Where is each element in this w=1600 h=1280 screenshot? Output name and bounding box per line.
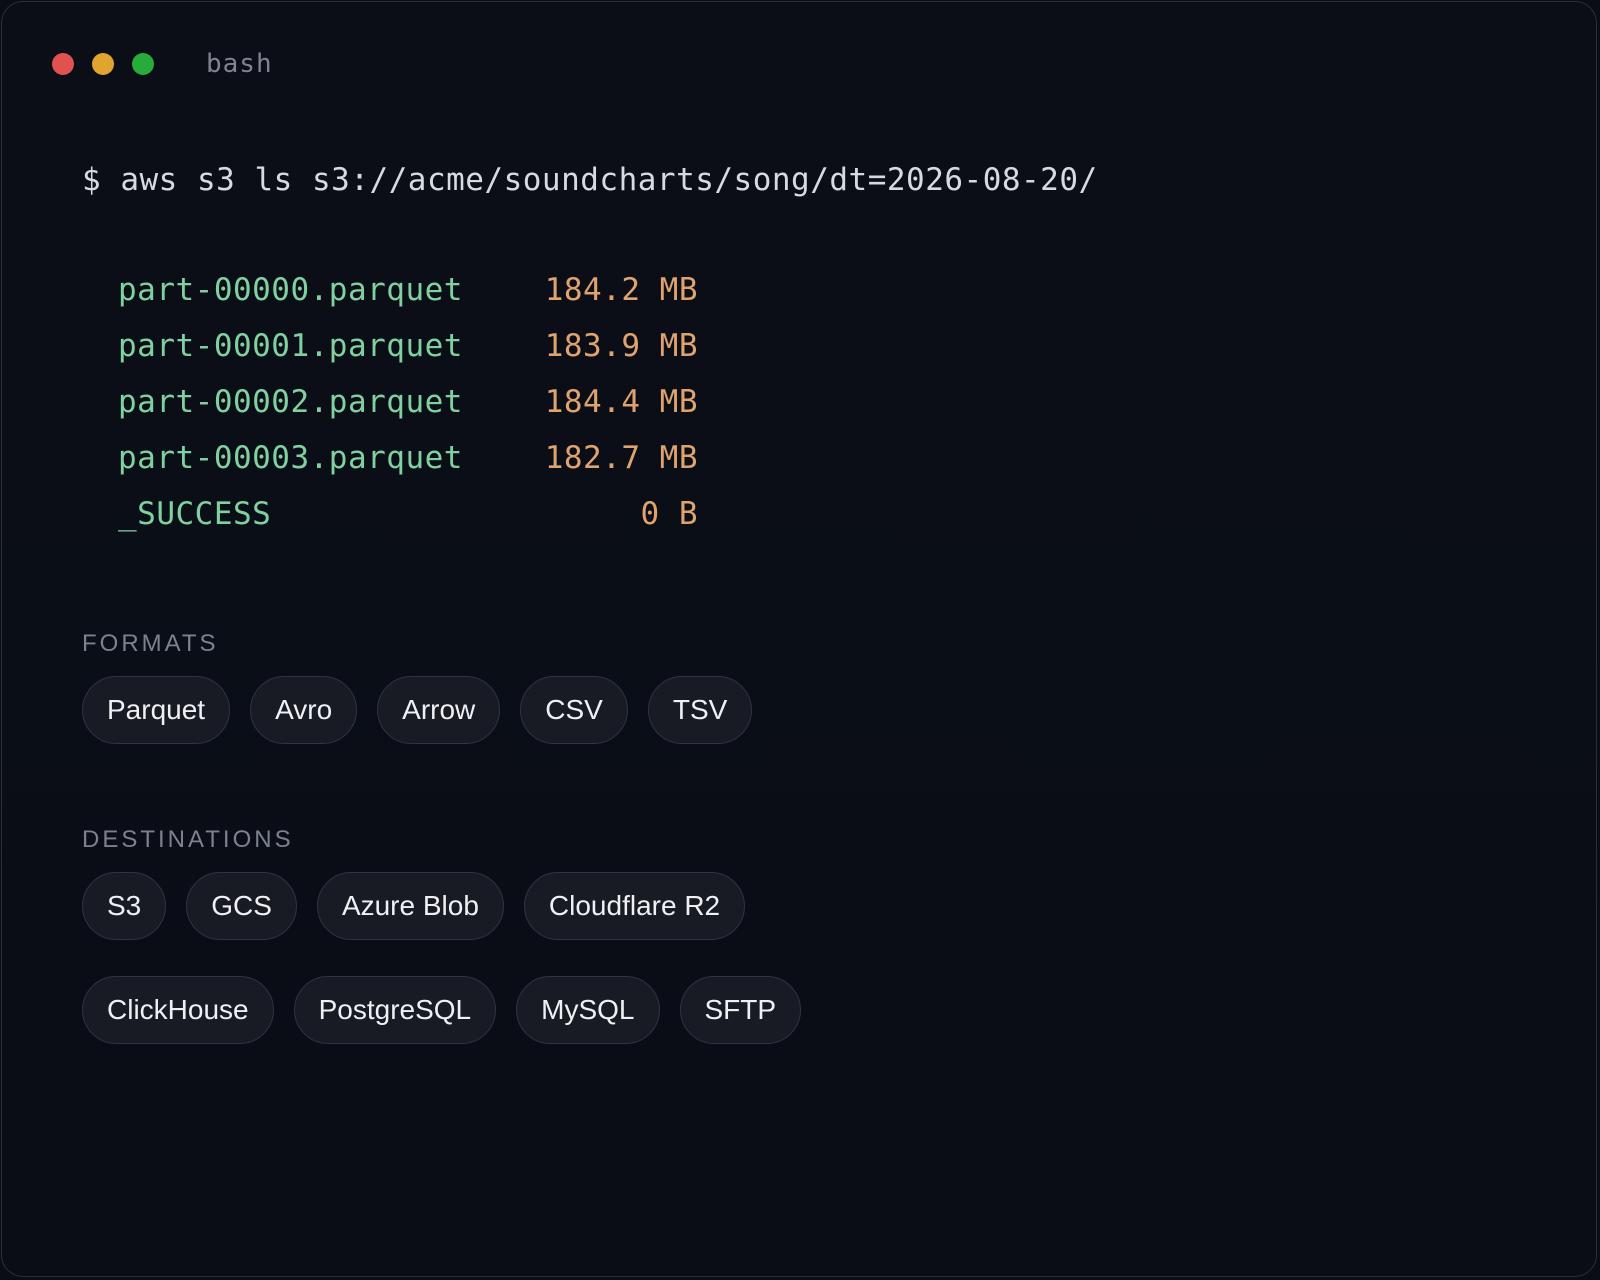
file-name: part-00003.parquet bbox=[118, 440, 463, 476]
destination-chip-cloudflare-r2[interactable]: Cloudflare R2 bbox=[523, 872, 746, 940]
format-chip-avro[interactable]: Avro bbox=[250, 676, 358, 744]
file-name: part-00000.parquet bbox=[118, 272, 463, 308]
destinations-chip-row-1: S3 GCS Azure Blob Cloudflare R2 bbox=[82, 872, 746, 940]
file-row: part-00001.parquet 183.9 MB bbox=[118, 328, 698, 384]
command-line: $ aws s3 ls s3://acme/soundcharts/song/d… bbox=[82, 162, 1098, 198]
window-title: bash bbox=[206, 49, 273, 79]
destination-chip-postgresql[interactable]: PostgreSQL bbox=[293, 976, 497, 1044]
file-size: 183.9 MB bbox=[544, 328, 698, 364]
destination-chip-azure-blob[interactable]: Azure Blob bbox=[316, 872, 504, 940]
format-chip-csv[interactable]: CSV bbox=[520, 676, 628, 744]
formats-heading: FORMATS bbox=[82, 630, 219, 657]
destination-chip-s3[interactable]: S3 bbox=[82, 872, 167, 940]
format-chip-tsv[interactable]: TSV bbox=[647, 676, 753, 744]
maximize-button[interactable] bbox=[132, 53, 154, 75]
minimize-button[interactable] bbox=[92, 53, 114, 75]
file-size: 184.2 MB bbox=[544, 272, 698, 308]
format-chip-parquet[interactable]: Parquet bbox=[82, 676, 231, 744]
file-row: _SUCCESS 0 B bbox=[118, 496, 698, 552]
file-name: part-00001.parquet bbox=[118, 328, 463, 364]
file-listing: part-00000.parquet 184.2 MB part-00001.p… bbox=[118, 272, 698, 552]
close-button[interactable] bbox=[52, 53, 74, 75]
destinations-chip-row-2: ClickHouse PostgreSQL MySQL SFTP bbox=[82, 976, 802, 1044]
file-name: part-00002.parquet bbox=[118, 384, 463, 420]
destination-chip-gcs[interactable]: GCS bbox=[186, 872, 297, 940]
file-name: _SUCCESS bbox=[118, 496, 272, 532]
destination-chip-mysql[interactable]: MySQL bbox=[516, 976, 660, 1044]
file-row: part-00003.parquet 182.7 MB bbox=[118, 440, 698, 496]
file-size: 0 B bbox=[640, 496, 698, 532]
file-size: 182.7 MB bbox=[544, 440, 698, 476]
file-size: 184.4 MB bbox=[544, 384, 698, 420]
destination-chip-clickhouse[interactable]: ClickHouse bbox=[82, 976, 274, 1044]
format-chip-arrow[interactable]: Arrow bbox=[377, 676, 501, 744]
file-row: part-00000.parquet 184.2 MB bbox=[118, 272, 698, 328]
terminal-window: bash $ aws s3 ls s3://acme/soundcharts/s… bbox=[1, 1, 1597, 1277]
destination-chip-sftp[interactable]: SFTP bbox=[679, 976, 802, 1044]
titlebar: bash bbox=[52, 49, 273, 79]
destinations-heading: DESTINATIONS bbox=[82, 826, 294, 853]
formats-chip-group: Parquet Avro Arrow CSV TSV bbox=[82, 676, 753, 744]
file-row: part-00002.parquet 184.4 MB bbox=[118, 384, 698, 440]
